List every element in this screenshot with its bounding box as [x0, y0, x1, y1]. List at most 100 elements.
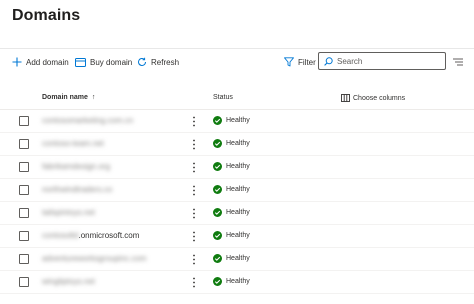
row-checkbox[interactable] — [19, 185, 29, 195]
status-label: Healthy — [226, 232, 250, 239]
domain-name-redacted: adventureworksgroupinc.com — [42, 254, 147, 263]
status-cell: Healthy — [213, 277, 250, 286]
column-header-status-label: Status — [213, 94, 233, 101]
row-checkbox[interactable] — [19, 116, 29, 126]
more-actions-button[interactable] — [190, 115, 198, 128]
row-checkbox[interactable] — [19, 139, 29, 149]
domain-name-cell[interactable]: fabrikamdesign.org — [42, 162, 110, 171]
status-cell: Healthy — [213, 231, 250, 240]
status-cell: Healthy — [213, 116, 250, 125]
healthy-check-icon — [213, 277, 222, 286]
domain-name-cell[interactable]: wingtiptoys.net — [42, 277, 95, 286]
buy-domain-label: Buy domain — [90, 57, 133, 67]
status-cell: Healthy — [213, 185, 250, 194]
table-row[interactable]: wingtiptoys.net Healthy — [0, 271, 474, 294]
more-vertical-icon — [193, 139, 195, 150]
domain-name-redacted: northwindtraders.co — [42, 185, 113, 194]
domain-name-redacted: tailspintoys.net — [42, 208, 95, 217]
healthy-check-icon — [213, 139, 222, 148]
table-row[interactable]: tailspintoys.net Healthy — [0, 202, 474, 225]
table-row[interactable]: adventureworksgroupinc.com Healthy — [0, 248, 474, 271]
columns-icon — [341, 94, 350, 102]
more-vertical-icon — [193, 277, 195, 288]
status-label: Healthy — [226, 255, 250, 262]
domain-name-redacted: contoso-team.net — [42, 139, 104, 148]
table-row[interactable]: northwindtraders.co Healthy — [0, 179, 474, 202]
filter-button[interactable]: Filter — [284, 54, 316, 70]
refresh-label: Refresh — [151, 57, 180, 67]
sort-ascending-icon: ↑ — [91, 94, 96, 101]
search-input[interactable] — [337, 56, 437, 66]
more-actions-button[interactable] — [190, 207, 198, 220]
domain-name-cell[interactable]: contosomarketing.com.cn — [42, 116, 133, 125]
domain-name-cell[interactable]: adventureworksgroupinc.com — [42, 254, 147, 263]
more-vertical-icon — [193, 254, 195, 265]
more-actions-button[interactable] — [190, 276, 198, 289]
page-title: Domains — [12, 7, 81, 24]
search-box[interactable] — [318, 52, 446, 70]
column-header-domain-name[interactable]: Domain name ↑ — [42, 94, 95, 101]
search-icon — [324, 56, 333, 66]
table-row[interactable]: contosomarketing.com.cn Healthy — [0, 110, 474, 133]
column-header-domain-name-label: Domain name — [42, 94, 88, 101]
status-cell: Healthy — [213, 162, 250, 171]
table-row[interactable]: contoso-team.net Healthy — [0, 133, 474, 156]
choose-columns-label: Choose columns — [353, 94, 406, 102]
column-header-status[interactable]: Status — [213, 94, 233, 101]
more-vertical-icon — [193, 116, 195, 127]
domain-name-cell[interactable]: contosoltd.onmicrosoft.com — [42, 231, 139, 240]
row-checkbox[interactable] — [19, 254, 29, 264]
more-vertical-icon — [193, 162, 195, 173]
status-label: Healthy — [226, 209, 250, 216]
more-actions-button[interactable] — [190, 253, 198, 266]
view-options-button[interactable] — [452, 55, 464, 67]
domain-name-cell[interactable]: northwindtraders.co — [42, 185, 112, 194]
status-cell: Healthy — [213, 208, 250, 217]
more-vertical-icon — [193, 231, 195, 242]
table-row[interactable]: fabrikamdesign.org Healthy — [0, 156, 474, 179]
plus-icon — [12, 57, 22, 67]
status-label: Healthy — [226, 117, 250, 124]
refresh-button[interactable]: Refresh — [137, 54, 179, 70]
healthy-check-icon — [213, 231, 222, 240]
domain-name-redacted: contosomarketing.com.cn — [42, 116, 134, 125]
status-cell: Healthy — [213, 139, 250, 148]
row-checkbox[interactable] — [19, 208, 29, 218]
table-header: Domain name ↑ Status Choose columns — [0, 86, 474, 110]
domain-name-redacted: wingtiptoys.net — [42, 277, 95, 286]
healthy-check-icon — [213, 185, 222, 194]
domain-name-redacted: fabrikamdesign.org — [42, 162, 111, 171]
status-label: Healthy — [226, 140, 250, 147]
domain-name-suffix: .onmicrosoft.com — [78, 231, 140, 240]
more-actions-button[interactable] — [190, 161, 198, 174]
status-cell: Healthy — [213, 254, 250, 263]
refresh-icon — [138, 57, 146, 66]
buy-domain-button[interactable]: Buy domain — [75, 54, 132, 70]
row-checkbox[interactable] — [19, 277, 29, 287]
card-icon — [75, 57, 86, 67]
status-label: Healthy — [226, 163, 250, 170]
more-vertical-icon — [193, 208, 195, 219]
row-checkbox[interactable] — [19, 162, 29, 172]
add-domain-label: Add domain — [26, 57, 69, 67]
add-domain-button[interactable]: Add domain — [12, 54, 69, 70]
status-label: Healthy — [226, 278, 250, 285]
more-actions-button[interactable] — [190, 184, 198, 197]
more-vertical-icon — [193, 185, 195, 196]
filter-icon — [284, 57, 294, 67]
more-actions-button[interactable] — [190, 138, 198, 151]
healthy-check-icon — [213, 208, 222, 217]
domain-name-cell[interactable]: tailspintoys.net — [42, 208, 95, 217]
healthy-check-icon — [213, 254, 222, 263]
domain-name-redacted: contosoltd — [42, 231, 79, 240]
more-actions-button[interactable] — [190, 230, 198, 243]
domain-name-cell[interactable]: contoso-team.net — [42, 139, 104, 148]
healthy-check-icon — [213, 116, 222, 125]
row-checkbox[interactable] — [19, 231, 29, 241]
status-label: Healthy — [226, 186, 250, 193]
list-lines-icon — [453, 58, 463, 66]
filter-label: Filter — [298, 57, 316, 67]
choose-columns-button[interactable]: Choose columns — [341, 94, 405, 102]
healthy-check-icon — [213, 162, 222, 171]
table-row[interactable]: contosoltd.onmicrosoft.com Healthy — [0, 225, 474, 248]
